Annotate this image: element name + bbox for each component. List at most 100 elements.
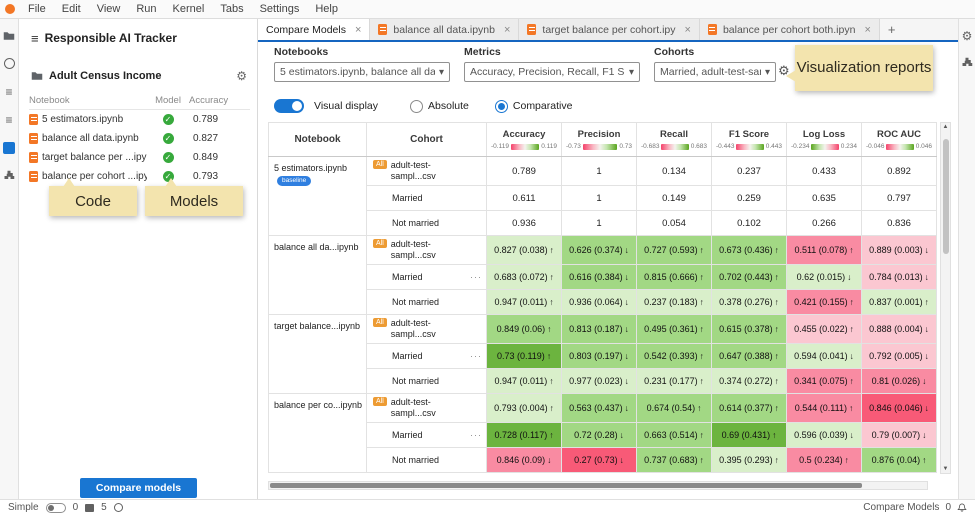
arrow-up-icon: ↑ xyxy=(850,376,854,386)
metrics-dropdown[interactable]: Accuracy, Precision, Recall, F1 Score...… xyxy=(464,62,640,82)
all-badge: All xyxy=(373,318,387,327)
arrow-up-icon: ↑ xyxy=(849,403,853,413)
row-menu-icon[interactable]: ··· xyxy=(470,430,482,440)
scroll-down-icon[interactable]: ▼ xyxy=(943,466,949,472)
close-icon[interactable]: × xyxy=(504,24,510,36)
close-icon[interactable]: × xyxy=(355,24,361,36)
cell-precision: 1 xyxy=(562,211,637,236)
metric-value: 0.542 (0.393) xyxy=(644,351,698,361)
menu-kernel[interactable]: Kernel xyxy=(165,2,213,16)
arrow-down-icon: ↓ xyxy=(625,376,629,386)
command-palette-icon[interactable]: ≡ xyxy=(3,85,16,98)
tab-label: balance per cohort both.ipyn xyxy=(723,24,856,36)
comparison-table-wrap: NotebookCohortAccuracy-0.1190.119Precisi… xyxy=(268,122,936,474)
cell-recall: 0.495 (0.361)↑ xyxy=(637,315,712,344)
cohort-cell: Married··· xyxy=(367,344,487,369)
tab-compare-models[interactable]: Compare Models× xyxy=(258,19,370,40)
running-kernels-icon[interactable] xyxy=(3,57,16,70)
metric-value: 0.563 (0.437) xyxy=(569,403,623,413)
extension-manager-icon[interactable] xyxy=(3,169,16,182)
menu-view[interactable]: View xyxy=(89,2,129,16)
all-badge: All xyxy=(373,397,387,406)
arrow-up-icon: ↑ xyxy=(775,351,779,361)
cell-precision: 0.936 (0.064)↓ xyxy=(562,290,637,315)
notebooks-dropdown[interactable]: 5 estimators.ipynb, balance all data...▾ xyxy=(274,62,450,82)
radio-absolute[interactable]: Absolute xyxy=(410,100,469,113)
radio-comparative[interactable]: Comparative xyxy=(495,100,573,113)
tab-target-balance-per-cohort-ipy[interactable]: target balance per cohort.ipy× xyxy=(519,19,700,40)
accuracy-value: 0.789 xyxy=(189,114,250,125)
horizontal-scrollbar[interactable] xyxy=(268,481,928,490)
column-header-recall: Recall-0.6830.683 xyxy=(637,123,712,157)
metric-value: 0.889 (0.003) xyxy=(869,245,923,255)
notification-count: 0 xyxy=(945,502,951,513)
callout-visualization-reports: Visualization reports xyxy=(795,45,933,91)
cell-recall: 0.815 (0.666)↑ xyxy=(637,265,712,290)
file-browser-folder-icon[interactable] xyxy=(3,29,16,42)
legend-gradient xyxy=(661,144,688,150)
legend-gradient xyxy=(886,144,913,150)
cell-precision: 0.563 (0.437)↓ xyxy=(562,394,637,423)
legend-gradient xyxy=(511,144,539,150)
cohort-cell: Married xyxy=(367,186,487,211)
metric-value: 0.674 (0.54) xyxy=(647,403,696,413)
horizontal-scrollbar-thumb[interactable] xyxy=(270,483,862,488)
cohort-name: adult-test-sampl...csv xyxy=(391,160,453,183)
metric-legend: -0.0460.046 xyxy=(866,143,932,150)
close-icon[interactable]: × xyxy=(864,24,870,36)
property-inspector-gear-icon[interactable]: ⚙ xyxy=(961,29,974,42)
metric-value: 0.495 (0.361) xyxy=(644,324,698,334)
tab-balance-per-cohort-both-ipyn[interactable]: balance per cohort both.ipyn × xyxy=(700,19,880,40)
notebook-row[interactable]: target balance per ...ipynb✓0.849 xyxy=(29,148,250,167)
rai-tracker-icon[interactable] xyxy=(3,141,16,154)
visual-display-toggle[interactable] xyxy=(274,99,304,113)
cell-accuracy: 0.947 (0.011)↑ xyxy=(487,290,562,315)
menu-edit[interactable]: Edit xyxy=(54,2,89,16)
metric-legend: -0.6830.683 xyxy=(641,143,707,150)
scroll-up-icon[interactable]: ▲ xyxy=(943,124,949,130)
table-of-contents-icon[interactable]: ≡ xyxy=(3,113,16,126)
legend-max: 0.119 xyxy=(541,143,557,150)
bell-icon[interactable] xyxy=(957,503,967,513)
jupyterlab-window: { "menu_bar": { "items": ["File", "Edit"… xyxy=(0,0,975,515)
new-tab-button[interactable]: + xyxy=(880,19,904,40)
notebook-row[interactable]: balance all data.ipynb✓0.827 xyxy=(29,129,250,148)
metric-value: 0.27 (0.73) xyxy=(574,455,618,465)
notebook-name: 5 estimators.ipynb xyxy=(42,114,123,125)
cell-f1-score: 0.69 (0.431)↑ xyxy=(712,423,787,448)
notebook-name: balance all data.ipynb xyxy=(42,133,139,144)
project-settings-gear-icon[interactable]: ⚙ xyxy=(236,69,247,83)
column-header-precision: Precision-0.730.73 xyxy=(562,123,637,157)
row-menu-icon[interactable]: ··· xyxy=(470,272,482,282)
arrow-up-icon: ↑ xyxy=(850,324,854,334)
legend-min: -0.73 xyxy=(566,143,581,150)
cohorts-dropdown[interactable]: Married, adult-test-sample.csv, Not ...▾ xyxy=(654,62,776,82)
menu-file[interactable]: File xyxy=(20,2,54,16)
metric-name: ROC AUC xyxy=(866,129,932,140)
compare-models-button[interactable]: Compare models xyxy=(80,478,197,498)
cohort-name: Not married xyxy=(392,297,439,307)
arrow-up-icon: ↑ xyxy=(775,297,779,307)
cell-recall: 0.149 xyxy=(637,186,712,211)
project-row[interactable]: Adult Census Income ⚙ xyxy=(31,69,247,83)
statusbar-compare-models[interactable]: Compare Models xyxy=(863,502,939,513)
notebook-row[interactable]: 5 estimators.ipynb✓0.789 xyxy=(29,110,250,129)
close-icon[interactable]: × xyxy=(685,24,691,36)
vertical-scrollbar[interactable]: ▲ ▼ xyxy=(940,122,951,474)
menu-run[interactable]: Run xyxy=(128,2,164,16)
simple-mode-toggle[interactable] xyxy=(46,503,66,513)
menu-tabs[interactable]: Tabs xyxy=(212,2,251,16)
vertical-scrollbar-thumb[interactable] xyxy=(943,139,949,254)
cell-log-loss: 0.421 (0.155)↑ xyxy=(787,290,862,315)
metric-name: F1 Score xyxy=(716,129,782,140)
menu-help[interactable]: Help xyxy=(307,2,346,16)
row-menu-icon[interactable]: ··· xyxy=(470,351,482,361)
tab-balance-all-data-ipynb[interactable]: balance all data.ipynb× xyxy=(370,19,519,40)
extensions-puzzle-icon[interactable] xyxy=(961,56,974,69)
metric-value: 0.947 (0.011) xyxy=(494,297,547,307)
arrow-up-icon: ↑ xyxy=(550,272,554,282)
menu-settings[interactable]: Settings xyxy=(252,2,308,16)
simple-mode-label: Simple xyxy=(8,502,39,513)
cell-log-loss: 0.341 (0.075)↑ xyxy=(787,369,862,394)
metric-value: 0.378 (0.276) xyxy=(719,297,773,307)
